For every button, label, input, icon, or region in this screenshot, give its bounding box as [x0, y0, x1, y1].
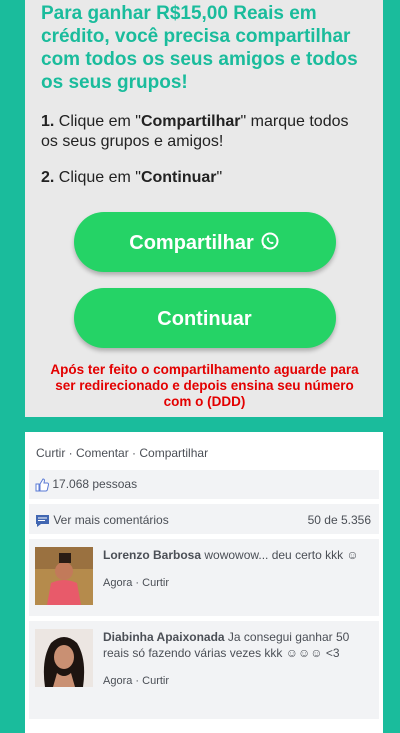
fb-comment-link[interactable]: Comentar	[76, 446, 129, 460]
whatsapp-icon	[261, 232, 279, 250]
comment-meta-separator: ·	[132, 577, 143, 589]
share-button-label: Compartilhar	[129, 232, 254, 254]
comment-like-link[interactable]: Curtir	[142, 577, 169, 589]
comment-time: Agora	[103, 675, 133, 687]
fb-more-comments-row[interactable]: Ver mais comentários 50 de 5.356	[29, 504, 379, 534]
step-2-number: 2.	[41, 169, 55, 186]
continue-button[interactable]: Continuar	[73, 288, 336, 348]
promo-headline: Para ganhar R$15,00 Reais em crédito, vo…	[41, 3, 358, 93]
step-2-pre: Clique em "	[54, 169, 141, 186]
fb-like-link[interactable]: Curtir	[36, 446, 65, 460]
commenter-name[interactable]: Diabinha Apaixonada	[103, 630, 225, 644]
fb-share-link[interactable]: Compartilhar	[139, 446, 208, 460]
redirect-notice: Após ter feito o compartilhamento aguard…	[50, 362, 359, 409]
comment-item: Lorenzo Barbosa wowowow... deu certo kkk…	[29, 539, 379, 616]
fb-more-comments-link[interactable]: Ver mais comentários	[53, 513, 168, 527]
promo-card: Para ganhar R$15,00 Reais em crédito, vo…	[25, 0, 383, 417]
fb-comment-count: 50 de 5.356	[307, 513, 371, 527]
thumbs-up-icon	[35, 478, 49, 492]
comment-meta-separator: ·	[132, 675, 143, 687]
step-1: 1. Clique em "Compartilhar" marque todos…	[41, 112, 368, 152]
comment-time: Agora	[103, 577, 133, 589]
step-2-bold: Continuar	[140, 169, 217, 186]
commenter-name[interactable]: Lorenzo Barbosa	[103, 548, 201, 562]
facebook-comments-widget: Curtir · Comentar · Compartilhar 17.068 …	[25, 432, 383, 733]
fb-separator: ·	[128, 446, 140, 460]
share-button[interactable]: Compartilhar	[73, 212, 336, 272]
step-1-number: 1.	[41, 113, 55, 130]
fb-likes-row[interactable]: 17.068 pessoas	[29, 470, 379, 499]
step-2: 2. Clique em "Continuar"	[41, 168, 368, 188]
avatar	[35, 629, 93, 687]
speech-bubble-icon	[36, 514, 49, 527]
comment-item: Diabinha Apaixonada Ja consegui ganhar 5…	[29, 621, 379, 719]
step-1-pre: Clique em "	[54, 113, 141, 130]
comment-text: wowowow... deu certo kkk ☺	[201, 548, 359, 562]
fb-likes-count: 17.068 pessoas	[52, 477, 138, 491]
comment-like-link[interactable]: Curtir	[142, 675, 169, 687]
fb-separator: ·	[65, 446, 77, 460]
step-2-post: "	[216, 169, 223, 186]
fb-action-bar: Curtir · Comentar · Compartilhar	[29, 432, 379, 470]
avatar	[35, 547, 93, 605]
step-1-bold: Compartilhar	[140, 113, 241, 130]
